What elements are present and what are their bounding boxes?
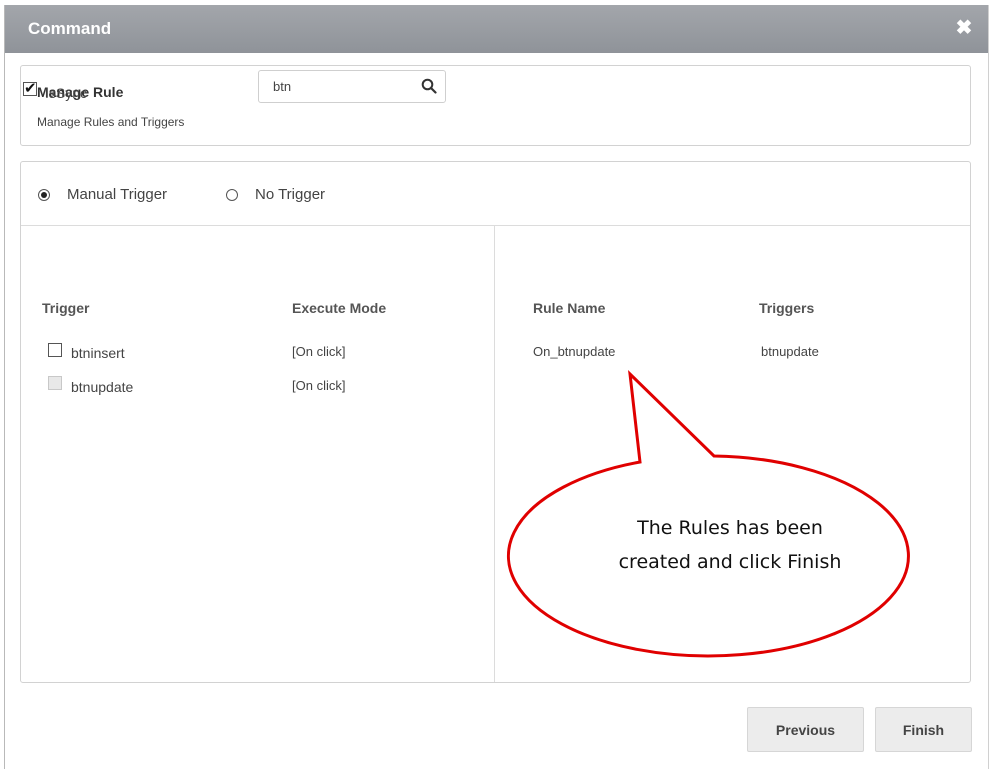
btnupdate-checkbox (48, 376, 62, 390)
dialog-title: Command (28, 19, 112, 38)
finish-button[interactable]: Finish (875, 707, 972, 752)
manage-rule-header: Manage Rule Manage Rules and Triggers (20, 65, 971, 146)
trigger-column-header: Trigger (42, 300, 90, 316)
radio-checked-icon (38, 188, 50, 201)
no-trigger-label: No Trigger (255, 186, 326, 203)
rule-triggers-cell: btnupdate (761, 344, 819, 359)
search-input[interactable] (271, 78, 415, 95)
rule-name-cell[interactable]: On_btnupdate (533, 344, 615, 359)
callout-line-2: created and click Finish (618, 551, 842, 573)
rule-list-pane (496, 226, 970, 682)
trigger-mode-group: Manual Trigger No Trigger (21, 162, 970, 226)
header-subtitle: Manage Rules and Triggers (37, 115, 185, 129)
callout-line-1: The Rules has been (637, 517, 823, 539)
manual-trigger-label: Manual Trigger (67, 186, 168, 203)
previous-button[interactable]: Previous (747, 707, 864, 752)
execute-mode-column-header: Execute Mode (292, 300, 387, 316)
callout-text: The Rules has been created and click Fin… (580, 511, 880, 579)
search-icon[interactable] (421, 78, 437, 94)
rule-name-column-header: Rule Name (533, 300, 606, 316)
btninsert-checkbox[interactable] (48, 343, 62, 357)
issync-checkbox[interactable] (23, 79, 37, 97)
dialog-titlebar: Command ✖ (5, 5, 988, 53)
manual-trigger-radio[interactable]: Manual Trigger (38, 186, 167, 203)
execute-mode: [On click] (292, 378, 346, 393)
rule-editor-panel: Manual Trigger No Trigger (20, 161, 971, 683)
execute-mode: [On click] (292, 344, 346, 359)
triggers-column-header: Triggers (759, 300, 815, 316)
trigger-search (258, 70, 446, 103)
radio-unchecked-icon (226, 188, 238, 201)
trigger-name: btnupdate (71, 379, 134, 395)
no-trigger-radio[interactable]: No Trigger (226, 186, 325, 203)
close-icon[interactable]: ✖ (954, 18, 974, 38)
trigger-name: btninsert (71, 345, 125, 361)
trigger-list-pane (21, 226, 495, 682)
issync-label: IsSync (45, 85, 88, 101)
